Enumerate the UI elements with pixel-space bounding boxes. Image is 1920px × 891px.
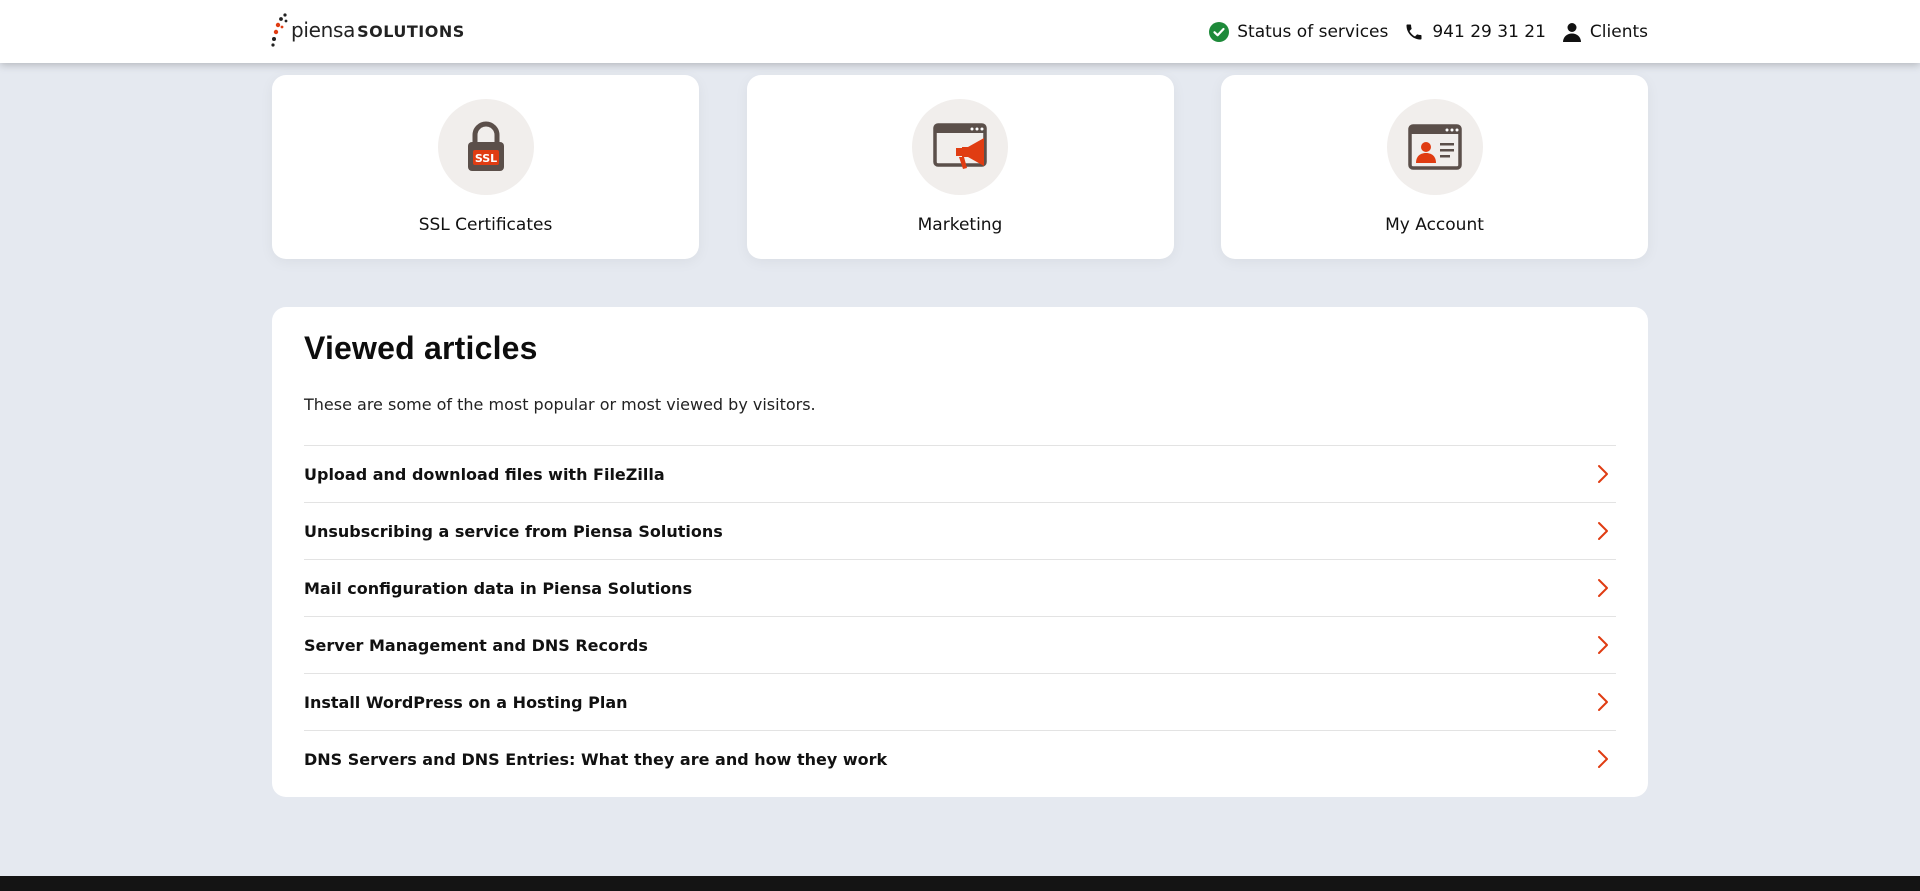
card-my-account[interactable]: My Account bbox=[1221, 75, 1648, 259]
profile-card-icon bbox=[1386, 99, 1483, 195]
card-label: Marketing bbox=[917, 215, 1003, 235]
chevron-right-icon bbox=[1598, 693, 1608, 711]
article-title: Server Management and DNS Records bbox=[304, 635, 648, 655]
category-cards: SSL SSL Certificates Marketing My Accoun… bbox=[272, 75, 1648, 259]
phone-icon bbox=[1404, 22, 1424, 42]
check-circle-icon bbox=[1209, 21, 1230, 42]
article-link-server-management[interactable]: Server Management and DNS Records bbox=[304, 616, 1616, 673]
chevron-right-icon bbox=[1598, 636, 1608, 654]
article-title: Install WordPress on a Hosting Plan bbox=[304, 692, 628, 712]
logo-dots-icon bbox=[271, 12, 289, 48]
section-description: These are some of the most popular or mo… bbox=[304, 395, 816, 414]
phone-number: 941 29 31 21 bbox=[1432, 21, 1546, 42]
card-ssl-certificates[interactable]: SSL SSL Certificates bbox=[272, 75, 699, 259]
chevron-right-icon bbox=[1598, 750, 1608, 768]
article-link-unsubscribing[interactable]: Unsubscribing a service from Piensa Solu… bbox=[304, 502, 1616, 559]
article-title: Mail configuration data in Piensa Soluti… bbox=[304, 578, 693, 598]
logo-text: piensa SOLUTIONS bbox=[291, 18, 465, 42]
article-link-mail-configuration[interactable]: Mail configuration data in Piensa Soluti… bbox=[304, 559, 1616, 616]
article-link-install-wordpress[interactable]: Install WordPress on a Hosting Plan bbox=[304, 673, 1616, 730]
footer-bar bbox=[0, 876, 1920, 891]
card-label: My Account bbox=[1385, 215, 1484, 235]
article-title: Unsubscribing a service from Piensa Solu… bbox=[304, 521, 723, 541]
article-title: Upload and download files with FileZilla bbox=[304, 464, 665, 484]
article-link-filezilla[interactable]: Upload and download files with FileZilla bbox=[304, 445, 1616, 502]
clients-label: Clients bbox=[1589, 21, 1648, 42]
article-link-dns-servers[interactable]: DNS Servers and DNS Entries: What they a… bbox=[304, 730, 1616, 787]
viewed-articles-panel: Viewed articles These are some of the mo… bbox=[272, 307, 1648, 797]
status-of-services-link[interactable]: Status of services bbox=[1209, 21, 1389, 42]
chevron-right-icon bbox=[1598, 579, 1608, 597]
card-marketing[interactable]: Marketing bbox=[746, 75, 1174, 259]
piensa-logo[interactable]: piensa SOLUTIONS bbox=[271, 12, 465, 48]
top-header: piensa SOLUTIONS Status of services 941 2… bbox=[0, 0, 1920, 63]
svg-text:SSL: SSL bbox=[474, 152, 496, 165]
section-title: Viewed articles bbox=[304, 330, 538, 366]
ssl-lock-icon: SSL bbox=[437, 99, 534, 195]
phone-link[interactable]: 941 29 31 21 bbox=[1404, 22, 1546, 42]
chevron-right-icon bbox=[1598, 522, 1608, 540]
user-icon bbox=[1562, 22, 1582, 42]
article-title: DNS Servers and DNS Entries: What they a… bbox=[304, 749, 888, 769]
status-of-services-label: Status of services bbox=[1237, 21, 1389, 42]
chevron-right-icon bbox=[1598, 465, 1608, 483]
clients-link[interactable]: Clients bbox=[1562, 22, 1648, 42]
megaphone-browser-icon bbox=[912, 99, 1008, 195]
card-label: SSL Certificates bbox=[418, 215, 553, 235]
article-list: Upload and download files with FileZilla… bbox=[304, 445, 1616, 787]
